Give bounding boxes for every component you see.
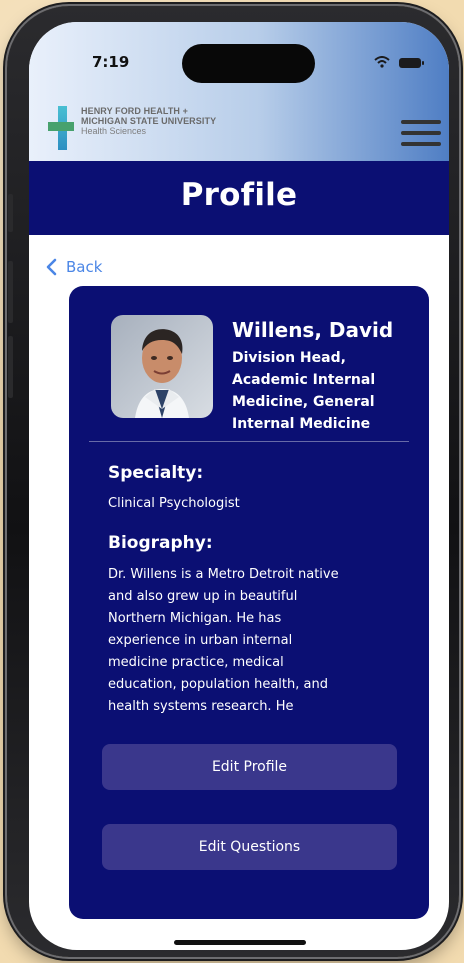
wifi-icon — [374, 56, 390, 68]
status-time: 7:19 — [92, 53, 130, 71]
back-button[interactable]: Back — [45, 255, 102, 279]
side-button — [8, 194, 13, 232]
biography-line: education, population health, and — [108, 677, 328, 692]
side-button — [8, 336, 13, 398]
specialty-heading: Specialty: — [108, 463, 204, 483]
biography-line: Northern Michigan. He has — [108, 611, 282, 626]
biography-line: and also grew up in beautiful — [108, 589, 298, 604]
biography-line: medicine practice, medical — [108, 655, 284, 670]
organization-logo-text: HENRY FORD HEALTH + MICHIGAN STATE UNIVE… — [81, 106, 296, 136]
edit-profile-label: Edit Profile — [211, 759, 288, 775]
logo-line-3: Health Sciences — [81, 126, 147, 136]
edit-questions-button[interactable]: Edit Questions — [102, 824, 397, 870]
biography-line: Dr. Willens is a Metro Detroit native — [108, 567, 339, 582]
edit-questions-label: Edit Questions — [198, 839, 301, 855]
edit-profile-button[interactable]: Edit Profile — [102, 744, 397, 790]
biography-line: health systems research. He — [108, 699, 294, 714]
home-indicator[interactable] — [174, 940, 306, 945]
profile-card: Willens, David Division Head, Academic I… — [69, 286, 429, 919]
hamburger-menu-icon — [401, 120, 441, 124]
position-title-line: Medicine, General — [232, 394, 375, 410]
phone-frame: 7:19 HENRY FORD HEALTH + MICHIGAN STATE … — [7, 6, 459, 957]
henry-ford-logo-mark — [48, 106, 74, 150]
logo-line-1: HENRY FORD HEALTH + — [81, 106, 188, 116]
side-button — [8, 261, 13, 323]
hamburger-menu-icon — [401, 142, 441, 146]
back-label: Back — [66, 258, 103, 276]
biography-line: experience in urban internal — [108, 633, 293, 648]
logo-line-2: MICHIGAN STATE UNIVERSITY — [81, 116, 217, 126]
app-screen: 7:19 HENRY FORD HEALTH + MICHIGAN STATE … — [29, 22, 449, 950]
dynamic-island — [182, 44, 315, 83]
profile-photo — [111, 315, 213, 418]
page-title: Profile — [180, 177, 298, 213]
biography-heading: Biography: — [108, 533, 213, 553]
logo-horizontal-bar — [48, 122, 74, 131]
chevron-left-icon — [46, 258, 57, 276]
doctor-name: Willens, David — [232, 318, 394, 342]
header-background — [29, 22, 449, 161]
hamburger-menu-button[interactable] — [401, 120, 441, 148]
profile-divider — [89, 441, 409, 442]
battery-icon — [399, 58, 424, 68]
screenshot-scene: 7:19 HENRY FORD HEALTH + MICHIGAN STATE … — [0, 0, 464, 963]
position-title-line: Division Head, — [232, 350, 346, 366]
position-title-line: Academic Internal — [232, 372, 376, 388]
hamburger-menu-icon — [401, 131, 441, 135]
specialty-value: Clinical Psychologist — [108, 496, 240, 511]
position-title-line: Internal Medicine — [232, 416, 371, 432]
